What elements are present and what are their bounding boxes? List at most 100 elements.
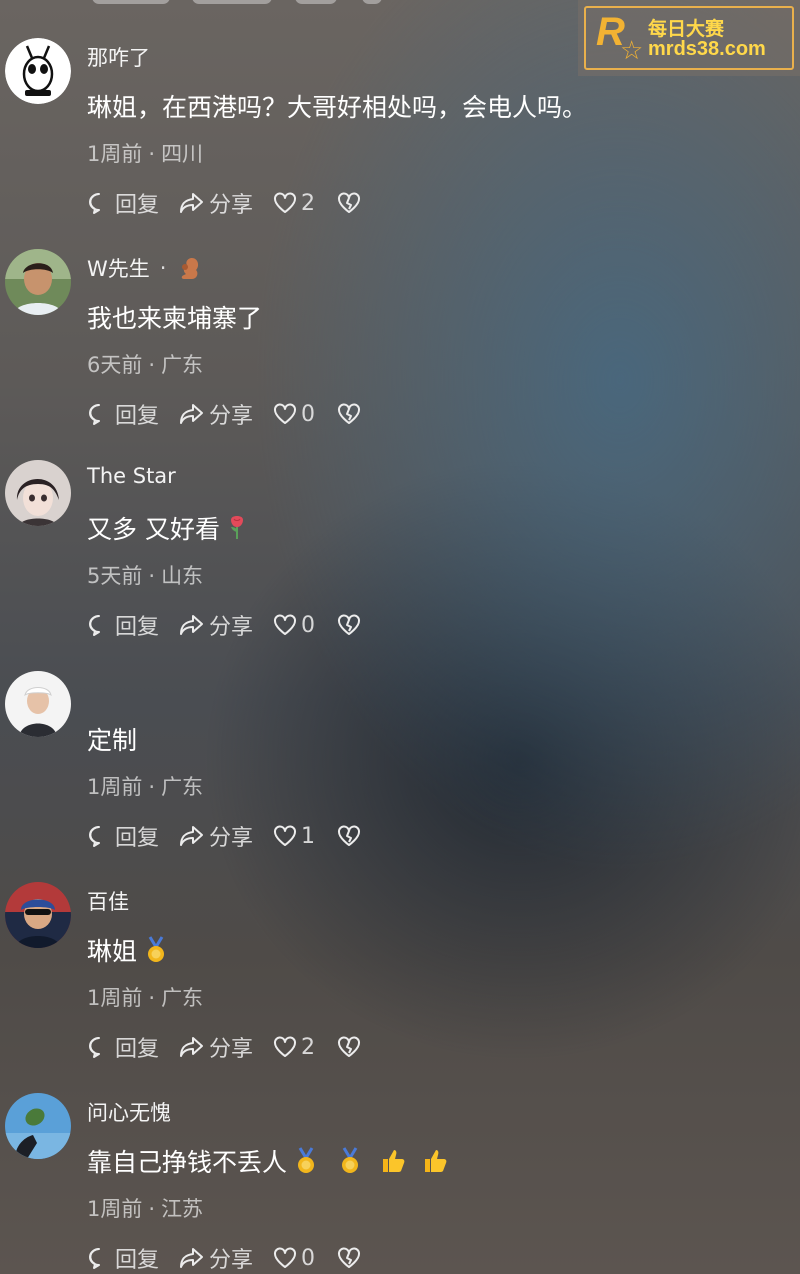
like-button[interactable]: 0 bbox=[273, 402, 315, 427]
heart-icon bbox=[274, 192, 297, 213]
comment-actions: 回复 分享 2 bbox=[87, 188, 381, 218]
share-button[interactable]: 分享 bbox=[179, 609, 253, 641]
share-icon bbox=[180, 193, 204, 213]
reply-button[interactable]: 回复 bbox=[87, 609, 159, 641]
like-button[interactable]: 2 bbox=[273, 1035, 315, 1060]
comment-time: 6天前 bbox=[87, 353, 143, 377]
broken-heart-icon bbox=[338, 825, 361, 846]
like-button[interactable]: 1 bbox=[273, 824, 315, 849]
like-button[interactable]: 0 bbox=[273, 613, 315, 638]
comment-meta: 1周前 · 广东 bbox=[87, 775, 204, 799]
comment-item: 问心无愧 靠自己挣钱不丢人 1周前 · 江苏 回复 分享 0 bbox=[0, 1093, 800, 1274]
share-button[interactable]: 分享 bbox=[179, 398, 253, 430]
avatar[interactable] bbox=[5, 1093, 71, 1159]
comment-item: 百佳 琳姐 1周前 · 广东 回复 分享 2 bbox=[0, 882, 800, 1092]
avatar[interactable] bbox=[5, 460, 71, 526]
broken-heart-icon bbox=[338, 1247, 361, 1268]
dislike-button[interactable] bbox=[337, 1247, 361, 1269]
comment-location: 山东 bbox=[161, 564, 204, 588]
comment-time: 1周前 bbox=[87, 1197, 143, 1221]
username[interactable]: 问心无愧 bbox=[87, 1097, 171, 1127]
comment-time: 5天前 bbox=[87, 564, 143, 588]
dislike-button[interactable] bbox=[337, 614, 361, 636]
like-count: 0 bbox=[301, 612, 316, 638]
like-button[interactable]: 2 bbox=[273, 191, 315, 216]
reply-icon bbox=[89, 1248, 100, 1269]
like-count: 0 bbox=[301, 1245, 316, 1271]
broken-heart-icon bbox=[338, 403, 361, 424]
comment-location: 广东 bbox=[161, 353, 204, 377]
comment-text: 又多 又好看 bbox=[87, 510, 246, 546]
like-count: 1 bbox=[301, 823, 316, 849]
username[interactable]: W先生 · bbox=[87, 253, 202, 283]
share-button[interactable]: 分享 bbox=[179, 187, 253, 219]
username[interactable]: 百佳 bbox=[87, 886, 129, 916]
reply-icon bbox=[89, 193, 100, 214]
reply-icon bbox=[89, 826, 100, 847]
comment-location: 广东 bbox=[161, 775, 204, 799]
share-icon bbox=[180, 1248, 204, 1268]
heart-icon bbox=[274, 1036, 297, 1057]
broken-heart-icon bbox=[338, 614, 361, 635]
comment-text: 我也来柬埔寨了 bbox=[87, 304, 263, 333]
share-button[interactable]: 分享 bbox=[179, 1242, 253, 1274]
like-count: 0 bbox=[301, 401, 316, 427]
comment-location: 四川 bbox=[161, 142, 204, 166]
share-fragment bbox=[192, 0, 272, 4]
share-icon bbox=[180, 404, 204, 424]
comment-text: 靠自己挣钱不丢人 bbox=[87, 1143, 449, 1179]
avatar[interactable] bbox=[5, 249, 71, 315]
comment-text: 琳姐，在西港吗？大哥好相处吗，会电人吗。 bbox=[87, 93, 588, 122]
like-button[interactable]: 0 bbox=[273, 1246, 315, 1271]
share-icon bbox=[180, 826, 204, 846]
medal-icon bbox=[342, 1147, 359, 1173]
dislike-button[interactable] bbox=[337, 403, 361, 425]
comment-text: 琳姐 bbox=[87, 932, 167, 968]
heart-icon bbox=[274, 614, 297, 635]
like-fragment bbox=[295, 0, 337, 4]
comment-meta: 6天前 · 广东 bbox=[87, 353, 204, 377]
broken-heart-icon bbox=[338, 1036, 361, 1057]
watermark-name: 每日大赛 bbox=[648, 18, 725, 40]
dislike-button[interactable] bbox=[337, 1036, 361, 1058]
heart-icon bbox=[274, 1247, 297, 1268]
share-button[interactable]: 分享 bbox=[179, 820, 253, 852]
reply-button[interactable]: 回复 bbox=[87, 1242, 159, 1274]
reply-button[interactable]: 回复 bbox=[87, 820, 159, 852]
comment-item: The Star 又多 又好看 5天前 · 山东 回复 分享 0 bbox=[0, 460, 800, 670]
comment-meta: 1周前 · 广东 bbox=[87, 986, 204, 1010]
reply-button[interactable]: 回复 bbox=[87, 398, 159, 430]
share-icon bbox=[180, 1037, 204, 1057]
reply-button[interactable]: 回复 bbox=[87, 187, 159, 219]
username[interactable]: The Star bbox=[87, 464, 176, 488]
reply-icon bbox=[89, 615, 100, 636]
comment-text: 定制 bbox=[87, 726, 138, 755]
comment-meta: 5天前 · 山东 bbox=[87, 564, 204, 588]
comment-time: 1周前 bbox=[87, 986, 143, 1010]
comment-item: 定制 1周前 · 广东 回复 分享 1 bbox=[0, 671, 800, 881]
dislike-button[interactable] bbox=[337, 825, 361, 847]
medal-icon bbox=[148, 936, 165, 962]
reply-button[interactable]: 回复 bbox=[87, 1031, 159, 1063]
comment-item: 那咋了 琳姐，在西港吗？大哥好相处吗，会电人吗。 1周前 · 四川 回复 分享 2 bbox=[0, 38, 800, 248]
comment-time: 1周前 bbox=[87, 142, 143, 166]
rose-icon bbox=[230, 516, 243, 539]
thumbs-up-icon bbox=[425, 1150, 447, 1172]
like-count: 2 bbox=[301, 1034, 316, 1060]
heart-icon bbox=[274, 825, 297, 846]
comment-meta: 1周前 · 江苏 bbox=[87, 1197, 204, 1221]
avatar[interactable] bbox=[5, 38, 71, 104]
comment-time: 1周前 bbox=[87, 775, 143, 799]
dislike-fragment bbox=[362, 0, 382, 4]
dislike-button[interactable] bbox=[337, 192, 361, 214]
squirrel-icon bbox=[182, 258, 199, 279]
share-icon bbox=[180, 615, 204, 635]
comment-actions: 回复 分享 0 bbox=[87, 399, 381, 429]
avatar[interactable] bbox=[5, 882, 71, 948]
avatar[interactable] bbox=[5, 671, 71, 737]
like-count: 2 bbox=[301, 190, 316, 216]
comment-item: W先生 · 我也来柬埔寨了 6天前 · 广东 回复 分享 0 bbox=[0, 249, 800, 459]
share-button[interactable]: 分享 bbox=[179, 1031, 253, 1063]
comment-actions: 回复 分享 1 bbox=[87, 821, 381, 851]
username[interactable]: 那咋了 bbox=[87, 42, 150, 72]
